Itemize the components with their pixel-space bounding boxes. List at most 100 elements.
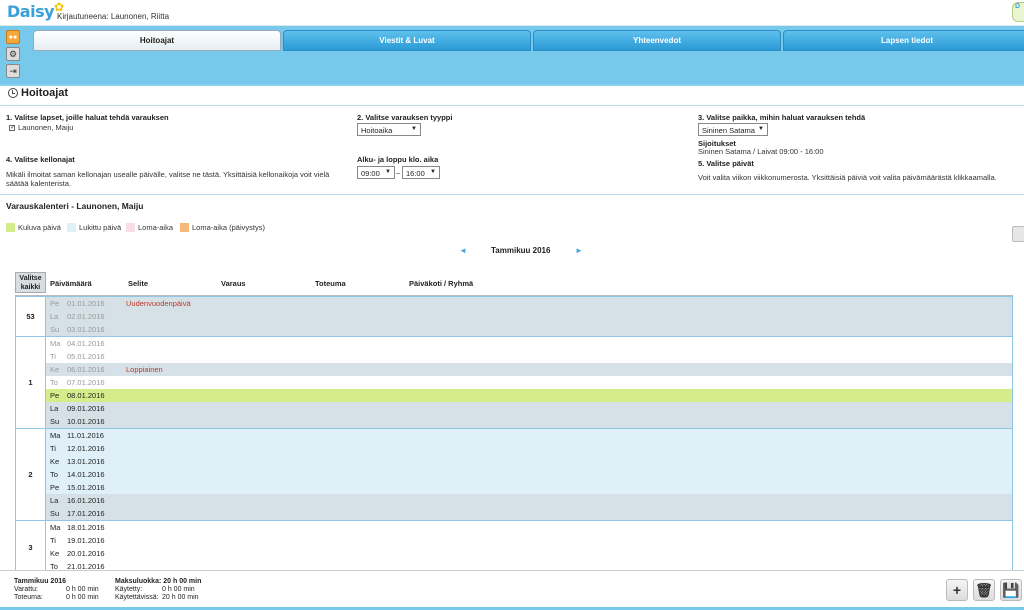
reserved-label: Varattu: (14, 586, 38, 593)
step4-label: 4. Valitse kellonajat (6, 155, 75, 164)
calendar-week: 1 Ma 04.01.2016 Ti 05.01.2016 Ke 06.01.2016 Lop… (15, 336, 1013, 428)
date-label: 07.01.2016 (67, 378, 105, 387)
weekday-label: To (50, 470, 58, 479)
date-label: 14.01.2016 (67, 470, 105, 479)
week-number-button[interactable]: 3 (16, 521, 46, 573)
time-separator: – (396, 168, 401, 177)
next-month-button[interactable]: ► (575, 246, 583, 255)
calendar-day-row[interactable]: La 09.01.2016 (46, 402, 1012, 415)
legend-swatch (6, 223, 15, 232)
calendar-day-row[interactable]: Ti 05.01.2016 (46, 350, 1012, 363)
col-header-date: Päivämäärä (50, 279, 92, 288)
date-label: 16.01.2016 (67, 496, 105, 505)
week-number-button[interactable]: 53 (16, 297, 46, 336)
weekday-label: La (50, 312, 59, 321)
end-time-select[interactable]: 16:00 ▼ (402, 166, 440, 179)
save-button[interactable]: 💾 (1000, 579, 1022, 601)
weekday-label: Ke (50, 365, 60, 374)
col-header-actual: Toteuma (315, 279, 346, 288)
used-label: Käytetty: (115, 586, 143, 593)
daisy-logo[interactable]: Daisy✿ (7, 0, 64, 21)
calendar-day-row[interactable]: Su 17.01.2016 (46, 507, 1012, 520)
save-icon: 💾 (1002, 581, 1020, 598)
weekday-label: Pe (50, 391, 60, 400)
date-label: 15.01.2016 (67, 483, 105, 492)
calendar-week: 53 Pe 01.01.2016 Uudenvuodenpäivä La 02.01.20… (15, 296, 1013, 336)
date-label: 03.01.2016 (67, 325, 105, 334)
calendar-day-row[interactable]: Ke 13.01.2016 (46, 455, 1012, 468)
tab-yhteenvedot[interactable]: Yhteenvedot (533, 30, 781, 51)
weekday-label: Pe (50, 483, 60, 492)
holiday-note: Loppiainen (126, 365, 163, 374)
weekday-label: Ti (50, 352, 56, 361)
weekday-label: Ti (50, 536, 56, 545)
calendar-day-row[interactable]: La 02.01.2016 (46, 310, 1012, 323)
reserved-value: 0 h 00 min (66, 586, 99, 593)
child-checkbox-row[interactable]: ✓ Launonen, Maiju (9, 123, 73, 132)
top-bar: Daisy✿ Kirjautuneena: Launonen, Riitta D (0, 0, 1024, 26)
legend-holiday-duty: Loma-aika (päivystys) (180, 223, 265, 232)
calendar-day-row[interactable]: To 07.01.2016 (46, 376, 1012, 389)
chevron-down-icon: ▼ (385, 169, 391, 175)
page-title: Hoitoajat (8, 87, 68, 99)
title-divider (0, 105, 1024, 106)
calendar-day-row[interactable]: Su 10.01.2016 (46, 415, 1012, 428)
step3-label: 3. Valitse paikka, mihin haluat varaukse… (698, 113, 866, 122)
week-number-button[interactable]: 1 (16, 337, 46, 428)
date-label: 02.01.2016 (67, 312, 105, 321)
calendar-day-row[interactable]: Ma 11.01.2016 (46, 429, 1012, 442)
side-toolbar: ●● ⚙ ⇥ (6, 30, 22, 81)
reservation-type-select[interactable]: Hoitoaika ▼ (357, 123, 421, 136)
available-label: Käytettävissä: (115, 594, 159, 601)
holiday-note: Uudenvuodenpäivä (126, 299, 191, 308)
calendar-day-row[interactable]: Ti 19.01.2016 (46, 534, 1012, 547)
fee-class: Maksuluokka: 20 h 00 min (115, 578, 202, 585)
chevron-down-icon: ▼ (758, 126, 764, 132)
col-header-reservation: Varaus (221, 279, 246, 288)
calendar-day-row[interactable]: La 16.01.2016 (46, 494, 1012, 507)
chat-icon[interactable]: ●● (6, 30, 20, 44)
print-icon[interactable] (1012, 226, 1024, 242)
child-checkbox[interactable]: ✓ (9, 125, 15, 132)
weekday-label: Ma (50, 339, 61, 348)
corner-logo: D (1012, 2, 1024, 22)
main-tabs: Hoitoajat Viestit & Luvat Yhteenvedot La… (33, 30, 1024, 52)
tab-viestit-luvat[interactable]: Viestit & Luvat (283, 30, 531, 51)
actual-value: 0 h 00 min (66, 594, 99, 601)
prev-month-button[interactable]: ◄ (459, 246, 467, 255)
weekday-label: Ke (50, 457, 60, 466)
available-value: 20 h 00 min (162, 594, 199, 601)
start-time-select[interactable]: 09:00 ▼ (357, 166, 395, 179)
delete-button[interactable]: 🗑 (973, 579, 995, 601)
calendar-day-row[interactable]: Ti 12.01.2016 (46, 442, 1012, 455)
calendar-day-row[interactable]: To 14.01.2016 (46, 468, 1012, 481)
tab-hoitoajat[interactable]: Hoitoajat (33, 30, 281, 51)
used-value: 0 h 00 min (162, 586, 195, 593)
gear-icon[interactable]: ⚙ (6, 47, 20, 61)
step5-label: 5. Valitse päivät (698, 159, 754, 168)
date-label: 11.01.2016 (67, 431, 104, 440)
week-number-button[interactable]: 2 (16, 429, 46, 520)
col-header-daycare-group: Päiväkoti / Ryhmä (409, 279, 474, 288)
legend-today: Kuluva päivä (6, 223, 61, 232)
footer-month: Tammikuu 2016 (14, 578, 67, 585)
step2-label: 2. Valitse varauksen tyyppi (357, 113, 453, 122)
weekday-label: Ti (50, 444, 56, 453)
calendar-day-row[interactable]: Pe 08.01.2016 (46, 389, 1012, 402)
calendar-day-row[interactable]: Ke 20.01.2016 (46, 547, 1012, 560)
calendar-day-row[interactable]: Ma 04.01.2016 (46, 337, 1012, 350)
date-label: 01.01.2016 (67, 299, 105, 308)
date-label: 18.01.2016 (67, 523, 105, 532)
select-all-button[interactable]: Valitse kaikki (15, 272, 46, 293)
calendar-day-row[interactable]: Pe 01.01.2016 Uudenvuodenpäivä (46, 297, 1012, 310)
weekday-label: Su (50, 417, 60, 426)
legend-swatch (67, 223, 76, 232)
calendar-day-row[interactable]: Pe 15.01.2016 (46, 481, 1012, 494)
calendar-day-row[interactable]: Su 03.01.2016 (46, 323, 1012, 336)
tab-lapsen-tiedot[interactable]: Lapsen tiedot (783, 30, 1024, 51)
logout-icon[interactable]: ⇥ (6, 64, 20, 78)
calendar-day-row[interactable]: Ke 06.01.2016 Loppiainen (46, 363, 1012, 376)
place-select[interactable]: Sininen Satama ▼ (698, 123, 768, 136)
add-button[interactable]: + (946, 579, 968, 601)
calendar-day-row[interactable]: Ma 18.01.2016 (46, 521, 1012, 534)
